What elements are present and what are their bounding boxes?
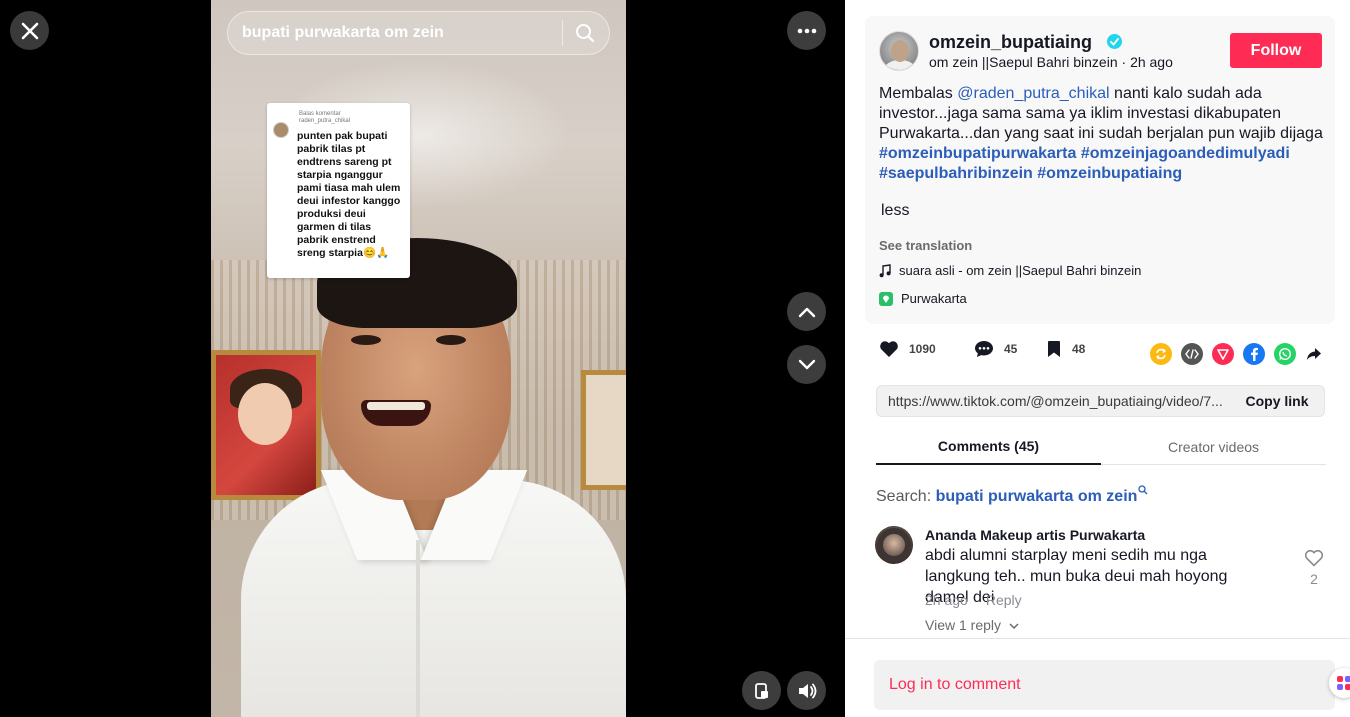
search-divider (562, 20, 563, 46)
sticker-comment-text: punten pak bupati pabrik tilas pt endtre… (297, 130, 401, 259)
description-prefix: Membalas (879, 85, 958, 102)
sticker-avatar (273, 122, 289, 138)
tab-creator-videos[interactable]: Creator videos (1101, 428, 1326, 465)
heart-outline-icon (1304, 549, 1324, 567)
copy-link-button[interactable]: Copy link (1230, 393, 1324, 409)
comment-like-button[interactable] (1302, 549, 1326, 572)
comment-stat[interactable]: 45 (974, 340, 1017, 358)
location-name: Purwakarta (901, 291, 967, 306)
video-search-bar[interactable]: bupati purwakarta om zein (227, 11, 610, 55)
video-pane: bupati purwakarta om zein Balas komentar… (0, 0, 845, 717)
chevron-down-icon (798, 359, 815, 369)
hashtag-link[interactable]: #omzeinbupatipurwakarta (879, 145, 1076, 162)
panel-tabs: Comments (45) Creator videos (876, 428, 1326, 465)
share-link-box: https://www.tiktok.com/@omzein_bupatiain… (876, 385, 1325, 417)
commenter-avatar[interactable] (875, 526, 913, 564)
related-search-label: Search: (876, 488, 936, 505)
comment-time: 2h ago (925, 592, 968, 608)
hashtag-link[interactable]: #saepulbahribinzein (879, 165, 1033, 182)
search-icon[interactable] (575, 23, 595, 43)
comment-like-count: 2 (1310, 571, 1318, 587)
see-translation-link[interactable]: See translation (879, 238, 972, 253)
hashtag-link[interactable]: #omzeinjagoandedimulyadi (1081, 145, 1290, 162)
wall-painting (211, 350, 321, 500)
less-button[interactable]: less (881, 202, 909, 220)
next-video-button[interactable] (787, 345, 826, 384)
floating-player-button[interactable] (742, 671, 781, 710)
repost-icon[interactable] (1150, 343, 1172, 365)
send-to-friends-icon[interactable] (1212, 343, 1234, 365)
author-subline: om zein ||Saepul Bahri binzein · 2h ago (929, 54, 1173, 70)
description-card: omzein_bupatiaing om zein ||Saepul Bahri… (865, 16, 1335, 324)
music-note-icon (879, 263, 891, 277)
search-query-text: bupati purwakarta om zein (242, 24, 444, 41)
related-search-query[interactable]: bupati purwakarta om zein (936, 488, 1138, 505)
ellipsis-icon (797, 28, 816, 33)
whatsapp-icon[interactable] (1274, 343, 1296, 365)
mini-player-icon (754, 682, 768, 699)
person-teeth (367, 402, 425, 410)
commenter-name[interactable]: Ananda Makeup artis Purwakarta (925, 527, 1145, 543)
mention-link[interactable]: @raden_putra_chikal (957, 85, 1109, 102)
bookmark-icon (1048, 341, 1060, 357)
music-link[interactable]: suara asli - om zein ||Saepul Bahri binz… (879, 263, 1141, 278)
login-to-comment-button[interactable]: Log in to comment (874, 660, 1335, 710)
view-replies-label: View 1 reply (925, 617, 1002, 633)
previous-video-button[interactable] (787, 292, 826, 331)
comment-count: 45 (1004, 342, 1018, 356)
more-options-button[interactable] (787, 11, 826, 50)
facebook-icon[interactable] (1243, 343, 1265, 365)
close-icon (21, 22, 38, 39)
like-count: 1090 (909, 342, 936, 356)
volume-button[interactable] (787, 671, 826, 710)
share-link-url[interactable]: https://www.tiktok.com/@omzein_bupatiain… (888, 393, 1230, 409)
follow-button[interactable]: Follow (1230, 33, 1322, 68)
heart-icon (880, 341, 898, 357)
related-search: Search: bupati purwakarta om zein (876, 485, 1148, 506)
like-stat[interactable]: 1090 (879, 340, 936, 358)
tab-comments[interactable]: Comments (45) (876, 428, 1101, 465)
search-icon (1138, 485, 1148, 495)
chevron-up-icon (798, 307, 815, 317)
embed-icon[interactable] (1181, 343, 1203, 365)
reply-comment-sticker: Balas komentar raden_putra_chikal punten… (267, 103, 410, 278)
comment-item: Ananda Makeup artis Purwakarta abdi alum… (875, 522, 1335, 637)
reply-button[interactable]: Reply (986, 592, 1022, 608)
picture-frame (581, 370, 626, 490)
reply-label: Balas komentar (299, 111, 341, 117)
action-bar: 1090 45 48 (879, 340, 1329, 370)
post-time: 2h ago (1130, 54, 1173, 70)
shirt-placket (416, 540, 420, 717)
location-pin-icon (879, 291, 893, 306)
save-count: 48 (1072, 342, 1086, 356)
save-stat[interactable]: 48 (1046, 340, 1085, 358)
chevron-down-icon (1009, 623, 1019, 630)
comment-meta: 2h ago Reply (925, 592, 1022, 608)
verified-badge-icon (1107, 34, 1122, 49)
author-avatar[interactable] (879, 31, 919, 71)
author-nickname: om zein ||Saepul Bahri binzein (929, 54, 1118, 70)
person-eye-right (436, 335, 466, 345)
hashtag-link[interactable]: #omzeinbupatiaing (1037, 165, 1182, 182)
comment-input-area: Log in to comment (845, 638, 1350, 717)
video-description: Membalas @raden_putra_chikal nanti kalo … (879, 84, 1324, 184)
author-username[interactable]: omzein_bupatiaing (929, 32, 1092, 53)
reply-username: raden_putra_chikal (299, 118, 351, 124)
close-button[interactable] (10, 11, 49, 50)
view-replies-button[interactable]: View 1 reply (925, 617, 1019, 633)
volume-icon (798, 683, 816, 698)
location-link[interactable]: Purwakarta (879, 291, 967, 306)
music-title: suara asli - om zein ||Saepul Bahri binz… (899, 263, 1142, 278)
subline-separator: · (1121, 54, 1131, 70)
comment-bubble-icon (975, 341, 993, 357)
grid-icon (1337, 676, 1350, 690)
share-arrow-icon[interactable] (1303, 343, 1325, 365)
person-eye-left (351, 335, 381, 345)
